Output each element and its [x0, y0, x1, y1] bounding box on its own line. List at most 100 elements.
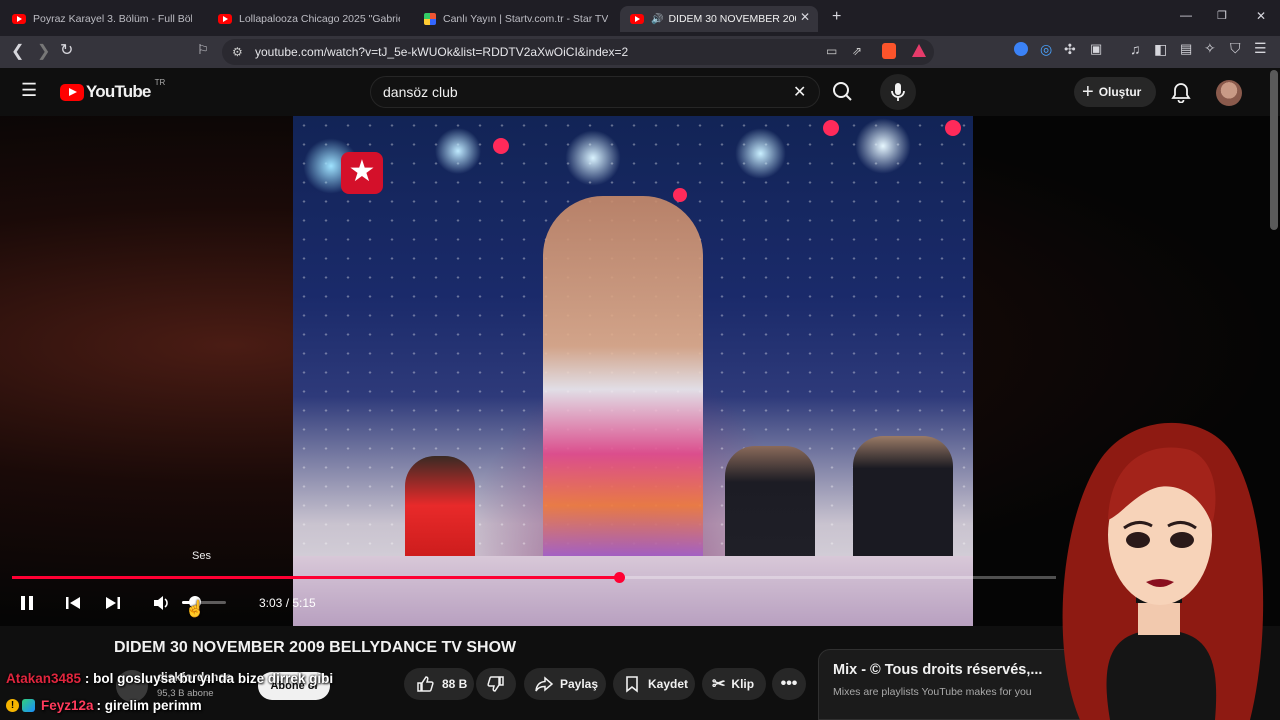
leo-ai-icon[interactable]: ✧	[1204, 40, 1216, 57]
extensions-icon[interactable]: ✣	[1064, 41, 1076, 58]
stage-light	[433, 126, 483, 176]
page-scrollbar[interactable]	[1270, 70, 1278, 230]
youtube-favicon-icon	[218, 14, 232, 24]
search-icon	[833, 82, 852, 101]
account-avatar[interactable]	[1216, 80, 1242, 106]
back-icon[interactable]: ❮	[11, 41, 24, 61]
create-button[interactable]: + Oluştur	[1074, 77, 1156, 107]
cast-icon[interactable]: ▭	[826, 44, 837, 58]
media-control-icon[interactable]: ♫	[1130, 41, 1141, 57]
video-frame[interactable]: ★	[293, 116, 973, 626]
progress-scrubber-handle[interactable]	[614, 572, 625, 583]
youtube-favicon-icon	[630, 14, 644, 24]
clip-label: Klip	[731, 677, 755, 691]
warning-badge-icon: !	[6, 699, 19, 712]
youtube-logo[interactable]: YouTube TR	[60, 78, 165, 102]
hamburger-menu-icon[interactable]: ☰	[21, 80, 37, 101]
wallet-icon[interactable]: ▤	[1180, 41, 1192, 57]
save-button[interactable]: Kaydet	[613, 668, 695, 700]
time-display: 3:03 / 5:15	[259, 596, 316, 610]
more-actions-button[interactable]: •••	[772, 668, 806, 700]
progress-bar-played	[12, 576, 619, 579]
vpn-icon[interactable]: ⛉	[1230, 40, 1241, 57]
streamer-avatar-overlay	[1062, 422, 1264, 720]
extension-translate-icon[interactable]: ◎	[1040, 41, 1052, 58]
tab-label: DIDEM 30 NOVEMBER 2009 B	[668, 13, 796, 25]
tab-poyraz-karayel[interactable]: Poyraz Karayel 3. Bölüm - Full Bölüm	[12, 6, 192, 32]
notifications-bell-icon[interactable]	[1170, 81, 1192, 103]
next-icon[interactable]	[104, 594, 122, 612]
guest-figure	[853, 436, 953, 566]
search-button[interactable]	[822, 76, 866, 108]
bookmark-icon[interactable]: ⚐	[197, 42, 209, 58]
brave-rewards-icon[interactable]	[912, 44, 926, 57]
share-label: Paylaş	[560, 677, 599, 691]
youtube-wordmark: YouTube	[86, 82, 151, 101]
search-query: dansöz club	[383, 84, 458, 100]
dislike-button[interactable]	[476, 668, 516, 700]
mix-subtitle: Mixes are playlists YouTube makes for yo…	[833, 686, 1032, 698]
browser-tab-bar: Poyraz Karayel 3. Bölüm - Full Bölüm Lol…	[0, 0, 1280, 36]
stage-light-red	[945, 120, 961, 136]
forward-icon[interactable]: ❯	[37, 41, 50, 61]
new-tab-icon[interactable]: +	[832, 8, 841, 26]
like-button[interactable]: 88 B	[404, 668, 474, 700]
save-label: Kaydet	[648, 677, 689, 691]
stage-light	[853, 116, 913, 176]
menu-icon[interactable]: ☰	[1254, 40, 1267, 57]
close-window-icon[interactable]: ✕	[1256, 9, 1266, 23]
url-field[interactable]: ⚙ youtube.com/watch?v=tJ_5e-kWUOk&list=R…	[222, 39, 934, 65]
close-tab-icon[interactable]: ✕	[800, 10, 810, 24]
scissors-icon: ✂	[712, 676, 726, 693]
video-title: DIDEM 30 NOVEMBER 2009 BELLYDANCE TV SHO…	[114, 639, 517, 656]
minimize-icon[interactable]: —	[1180, 8, 1192, 22]
clear-search-icon[interactable]: ✕	[793, 82, 806, 102]
voice-search-button[interactable]	[880, 74, 916, 110]
region-code: TR	[154, 78, 166, 87]
browser-address-bar: ❮ ❯ ↻ ⚐ ⚙ youtube.com/watch?v=tJ_5e-kWUO…	[0, 36, 1280, 68]
share-button[interactable]: Paylaş	[524, 668, 606, 700]
chat-badge-icon	[22, 699, 35, 712]
stage-light	[733, 126, 788, 181]
thumbs-up-icon	[417, 676, 434, 692]
stage-light-red	[823, 120, 839, 136]
create-label: Oluştur	[1098, 85, 1142, 99]
share-icon	[535, 676, 554, 692]
volume-tooltip: Ses	[192, 550, 211, 562]
sidebar-icon[interactable]: ◧	[1154, 41, 1167, 58]
like-count: 88 B	[442, 677, 468, 691]
clip-button[interactable]: ✂ Klip	[702, 668, 766, 700]
startv-logo-icon: ★	[341, 152, 383, 194]
tab-label: Canlı Yayın | Startv.com.tr - Star TV Re	[443, 13, 608, 25]
pause-icon[interactable]	[18, 594, 36, 612]
share-page-icon[interactable]: ⇗	[852, 44, 862, 58]
brave-shields-icon[interactable]	[882, 43, 896, 59]
chat-username: Atakan3485	[6, 671, 82, 686]
youtube-header: ☰ YouTube TR dansöz club ✕ + Oluştur	[0, 68, 1280, 116]
tab-startv[interactable]: Canlı Yayın | Startv.com.tr - Star TV Re	[424, 6, 608, 32]
extension-blue-icon[interactable]	[1014, 42, 1028, 56]
chat-text: : bol gosluysa bu yıl da bize dirrek gib…	[84, 671, 334, 686]
volume-icon[interactable]	[152, 594, 172, 612]
more-dots-icon: •••	[780, 675, 798, 692]
search-input[interactable]: dansöz club ✕	[370, 76, 820, 108]
tab-label: Poyraz Karayel 3. Bölüm - Full Bölüm	[33, 13, 192, 25]
previous-icon[interactable]	[64, 594, 82, 612]
chat-text: : girelim perimm	[96, 698, 202, 713]
guest-figure	[405, 456, 475, 566]
chat-message: ! Feyz12a : girelim perimm	[6, 698, 202, 713]
stage-light-red	[673, 188, 687, 202]
tab-didem-active[interactable]: 🔊 DIDEM 30 NOVEMBER 2009 B	[620, 6, 818, 32]
guest-figure	[725, 446, 815, 566]
mouse-cursor-icon: ☝	[185, 601, 205, 618]
stage-light-red	[493, 138, 509, 154]
tab-lollapalooza[interactable]: Lollapalooza Chicago 2025 "Gabriela	[218, 6, 400, 32]
stage-floor	[293, 556, 973, 626]
reading-list-icon[interactable]: ▣	[1090, 41, 1102, 57]
url-text: youtube.com/watch?v=tJ_5e-kWUOk&list=RDD…	[255, 45, 629, 59]
restore-icon[interactable]: ❐	[1217, 9, 1227, 22]
tab-label: Lollapalooza Chicago 2025 "Gabriela	[239, 13, 400, 25]
site-info-icon[interactable]: ⚙	[232, 45, 243, 59]
reload-icon[interactable]: ↻	[60, 40, 73, 60]
plus-icon: +	[1082, 81, 1094, 103]
